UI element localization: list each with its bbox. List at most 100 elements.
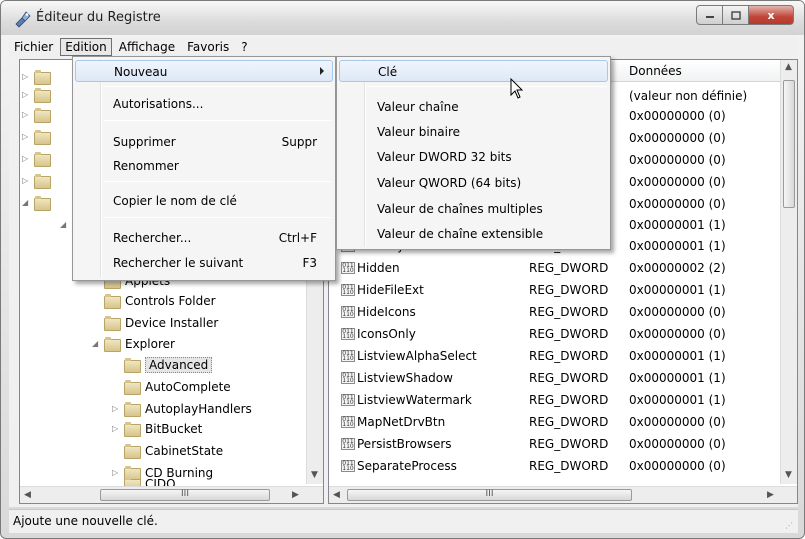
- tree-row[interactable]: ◢: [60, 214, 72, 235]
- expand-arrow-icon[interactable]: ▷: [112, 468, 122, 477]
- list-vertical-scrollbar[interactable]: ▲ ▼: [780, 60, 797, 484]
- menu-separator: [103, 120, 331, 121]
- menu-help[interactable]: ?: [236, 38, 252, 56]
- tree-row[interactable]: ◢: [22, 192, 55, 213]
- submenu-item-valeur-chaine[interactable]: Valeur chaîne: [339, 96, 608, 118]
- menu-item-copier-nom-cle[interactable]: Copier le nom de clé: [75, 190, 333, 212]
- folder-icon: [34, 196, 51, 211]
- tree-hscroll-thumb[interactable]: III: [100, 489, 270, 501]
- menu-edition[interactable]: Edition: [60, 38, 112, 56]
- table-row[interactable]: 011 110 ListviewWatermark REG_DWORD 0x000…: [329, 390, 782, 411]
- menu-bar: Fichier Edition Affichage Favoris ?: [9, 37, 798, 57]
- list-vscroll-thumb[interactable]: [783, 80, 795, 208]
- folder-icon: [34, 70, 51, 85]
- resize-grip-icon[interactable]: ⋰: [785, 521, 795, 531]
- tree-row[interactable]: ▷: [22, 170, 55, 191]
- scroll-down-arrow-icon[interactable]: ▼: [311, 470, 318, 480]
- tree-row[interactable]: ▷: [22, 104, 55, 125]
- tree-row[interactable]: ▷: [22, 84, 55, 105]
- table-row[interactable]: 011 110 PersistBrowsers REG_DWORD 0x00000…: [329, 434, 782, 455]
- expand-arrow-icon[interactable]: ▷: [22, 90, 32, 99]
- column-header-data[interactable]: Données: [629, 64, 682, 78]
- expand-arrow-icon[interactable]: ▷: [112, 404, 122, 413]
- tree-row[interactable]: ▷: [22, 126, 55, 147]
- caption-buttons: x: [696, 5, 794, 25]
- submenu-item-valeur-qword[interactable]: Valeur QWORD (64 bits): [339, 172, 608, 194]
- reg-dword-icon: 011110: [341, 394, 355, 406]
- tree-item-autocomplete[interactable]: AutoComplete: [124, 376, 231, 397]
- collapse-arrow-icon[interactable]: ◢: [92, 339, 102, 348]
- tree-item-autoplayhandlers[interactable]: ▷ AutoplayHandlers: [112, 398, 252, 419]
- scroll-left-arrow-icon[interactable]: ◀: [24, 490, 31, 500]
- table-row[interactable]: 011 110 HideFileExt REG_DWORD 0x00000001 …: [329, 280, 782, 301]
- edition-menu: Nouveau Autorisations... Supprimer Suppr…: [72, 56, 336, 281]
- menu-favoris[interactable]: Favoris: [182, 38, 234, 56]
- menu-item-renommer[interactable]: Renommer: [75, 155, 333, 177]
- status-bar: Ajoute une nouvelle clé. ⋰: [9, 509, 798, 533]
- expand-arrow-icon[interactable]: ▷: [22, 110, 32, 119]
- menu-fichier[interactable]: Fichier: [9, 38, 58, 56]
- tree-item-explorer[interactable]: ◢ Explorer: [92, 333, 175, 354]
- table-row[interactable]: 011 110 Hidden REG_DWORD 0x00000002 (2): [329, 258, 782, 279]
- collapse-arrow-icon[interactable]: ◢: [22, 198, 32, 207]
- menu-item-rechercher[interactable]: Rechercher... Ctrl+F: [75, 227, 333, 249]
- scroll-up-arrow-icon[interactable]: ▲: [785, 62, 792, 72]
- submenu-item-valeur-chaines-multiples[interactable]: Valeur de chaînes multiples: [339, 198, 608, 220]
- submenu-item-valeur-binaire[interactable]: Valeur binaire: [339, 121, 608, 143]
- menu-item-nouveau[interactable]: Nouveau: [75, 60, 333, 82]
- scroll-left-arrow-icon[interactable]: ◀: [333, 490, 340, 500]
- close-button[interactable]: x: [749, 5, 794, 25]
- menu-item-supprimer[interactable]: Supprimer Suppr: [75, 131, 333, 153]
- folder-icon: [124, 466, 141, 481]
- submenu-item-valeur-chaine-extensible[interactable]: Valeur de chaîne extensible: [339, 223, 608, 245]
- scroll-right-arrow-icon[interactable]: ▶: [292, 490, 299, 500]
- close-icon: x: [767, 8, 775, 22]
- reg-dword-icon: 011110: [341, 284, 355, 296]
- tree-item-bitbucket[interactable]: ▷ BitBucket: [112, 418, 202, 439]
- table-row[interactable]: 011 110 ListviewAlphaSelect REG_DWORD 0x0…: [329, 346, 782, 367]
- selected-key-label: Advanced: [145, 356, 213, 373]
- expand-arrow-icon[interactable]: ▷: [22, 132, 32, 141]
- maximize-button[interactable]: [723, 5, 749, 25]
- tree-item-advanced[interactable]: Advanced: [124, 354, 213, 375]
- title-bar[interactable]: Éditeur du Registre x: [1, 1, 804, 35]
- submenu-arrow-icon: [320, 67, 324, 75]
- folder-icon: [104, 337, 121, 352]
- folder-icon: [124, 444, 141, 459]
- tree-row[interactable]: ▷: [22, 148, 55, 169]
- folder-icon: [34, 152, 51, 167]
- tree-horizontal-scrollbar[interactable]: ◀ III ▶: [20, 486, 323, 503]
- minimize-button[interactable]: [696, 5, 723, 25]
- table-row[interactable]: 011 110 ListviewShadow REG_DWORD 0x000000…: [329, 368, 782, 389]
- folder-icon: [34, 88, 51, 103]
- submenu-item-cle[interactable]: Clé: [339, 60, 608, 82]
- expand-arrow-icon[interactable]: ▷: [22, 176, 32, 185]
- folder-icon: [34, 174, 51, 189]
- reg-dword-icon: 011110: [341, 438, 355, 450]
- menu-item-autorisations[interactable]: Autorisations...: [75, 93, 333, 115]
- menu-affichage[interactable]: Affichage: [114, 38, 180, 56]
- menu-item-rechercher-suivant[interactable]: Rechercher le suivant F3: [75, 252, 333, 274]
- table-row[interactable]: 011 110 SeparateProcess REG_DWORD 0x00000…: [329, 456, 782, 477]
- submenu-item-valeur-dword[interactable]: Valeur DWORD 32 bits: [339, 146, 608, 168]
- tree-item-device-installer[interactable]: Device Installer: [104, 312, 218, 333]
- scroll-right-arrow-icon[interactable]: ▶: [767, 490, 774, 500]
- table-row[interactable]: 011 110 IconsOnly REG_DWORD 0x00000000 (0…: [329, 324, 782, 345]
- folder-icon: [124, 380, 141, 395]
- tree-item-cabinetstate[interactable]: CabinetState: [124, 440, 223, 461]
- tree-item-controls-folder[interactable]: Controls Folder: [104, 290, 216, 311]
- menu-separator: [103, 217, 331, 218]
- collapse-arrow-icon[interactable]: ◢: [60, 220, 70, 229]
- reg-dword-icon: 011110: [341, 350, 355, 362]
- scroll-down-arrow-icon[interactable]: ▼: [785, 470, 792, 480]
- expand-arrow-icon[interactable]: ▷: [22, 72, 32, 81]
- list-hscroll-thumb[interactable]: III: [347, 489, 632, 501]
- reg-dword-icon: 011110: [341, 372, 355, 384]
- table-row[interactable]: 011 110 MapNetDrvBtn REG_DWORD 0x00000000…: [329, 412, 782, 433]
- expand-arrow-icon[interactable]: ▷: [112, 424, 122, 433]
- list-horizontal-scrollbar[interactable]: ◀ III ▶: [329, 486, 797, 503]
- table-row[interactable]: 011 110 HideIcons REG_DWORD 0x00000000 (0…: [329, 302, 782, 323]
- folder-open-icon: [124, 358, 141, 373]
- expand-arrow-icon[interactable]: ▷: [22, 154, 32, 163]
- registry-editor-icon: [15, 11, 31, 28]
